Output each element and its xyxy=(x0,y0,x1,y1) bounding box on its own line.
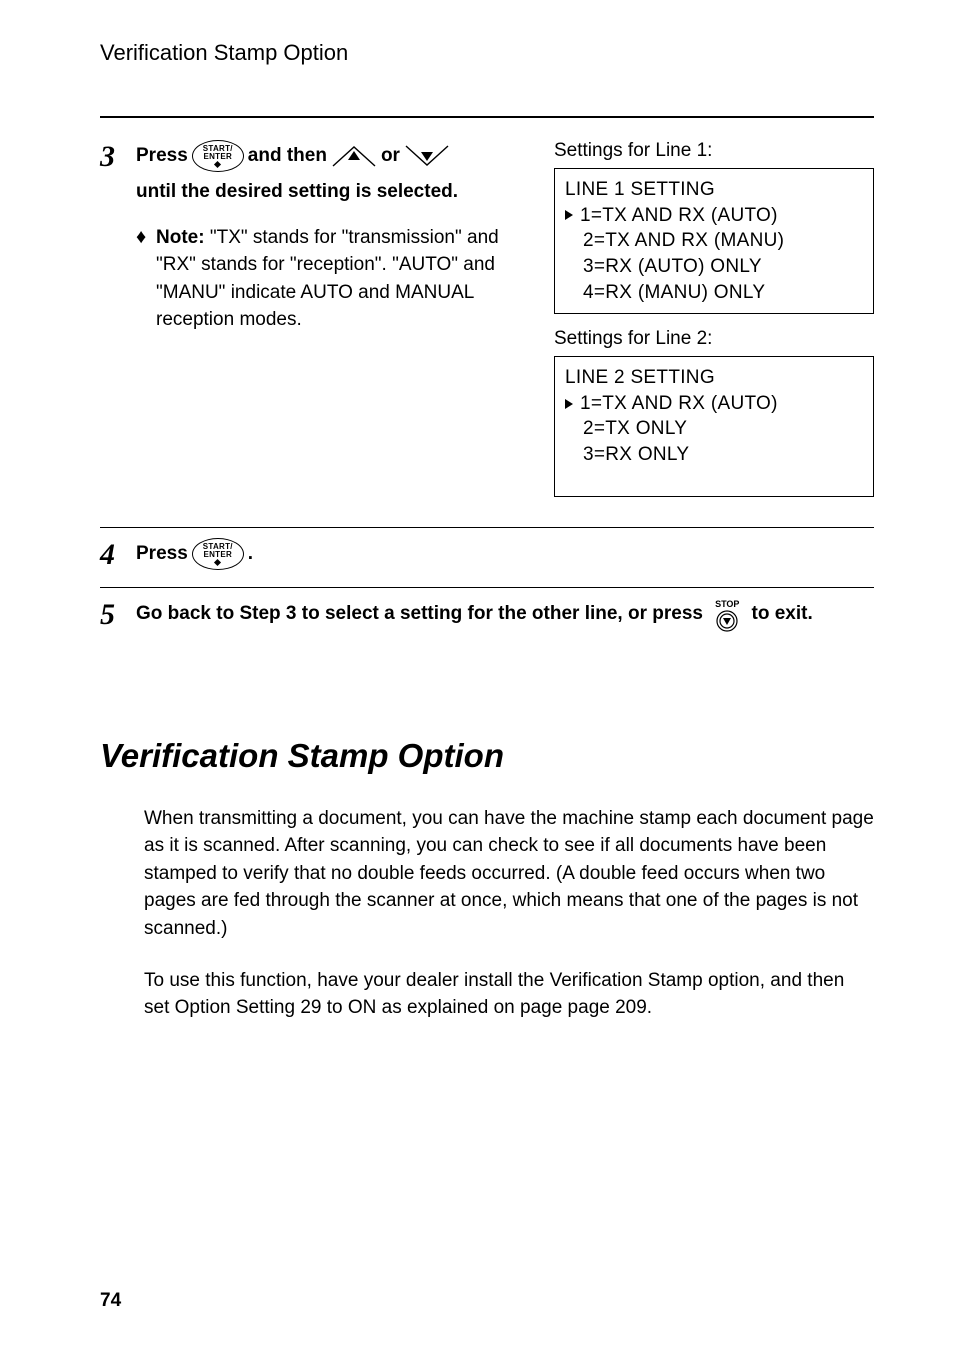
note-bullet: ♦ Note: "TX" stands for "transmission" a… xyxy=(136,224,530,334)
start-enter-button-icon: START/ ENTER xyxy=(192,538,244,570)
step-number-3: 3 xyxy=(100,140,136,511)
line1-opt1: 1=TX AND RX (AUTO) xyxy=(580,203,778,229)
stop-label: STOP xyxy=(712,600,742,609)
note-label: Note: xyxy=(156,227,205,248)
page-number: 74 xyxy=(100,1290,121,1312)
running-header: Verification Stamp Option xyxy=(100,40,874,66)
bullet-dot-icon: ♦ xyxy=(136,224,156,334)
body-paragraph-2: To use this function, have your dealer i… xyxy=(144,967,874,1022)
line2-opt2: 2=TX ONLY xyxy=(565,416,687,442)
and-then-label: and then xyxy=(248,142,327,170)
line1-title: LINE 1 SETTING xyxy=(565,177,863,203)
or-label: or xyxy=(381,142,400,170)
step-3: 3 Press START/ ENTER and then xyxy=(100,130,874,527)
step-number-5: 5 xyxy=(100,598,136,631)
selection-arrow-icon xyxy=(565,399,573,409)
body-paragraph-1: When transmitting a document, you can ha… xyxy=(144,805,874,943)
step-4: 4 Press START/ ENTER . xyxy=(100,528,874,587)
selection-arrow-icon xyxy=(565,210,573,220)
note-body: "TX" stands for "transmission" and "RX" … xyxy=(156,227,499,331)
note-text: Note: "TX" stands for "transmission" and… xyxy=(156,224,530,334)
until-label: until the desired setting is selected. xyxy=(136,178,530,206)
start-enter-button-icon: START/ ENTER xyxy=(192,140,244,172)
press-label-4: Press xyxy=(136,543,188,565)
step-5: 5 Go back to Step 3 to select a setting … xyxy=(100,588,874,647)
line2-title: LINE 2 SETTING xyxy=(565,365,863,391)
step5-after: to exit. xyxy=(752,603,813,624)
line2-opt3: 3=RX ONLY xyxy=(565,442,689,468)
step5-before: Go back to Step 3 to select a setting fo… xyxy=(136,603,708,624)
line1-opt3: 3=RX (AUTO) ONLY xyxy=(565,254,762,280)
line1-opt4: 4=RX (MANU) ONLY xyxy=(565,280,765,306)
settings-line2-caption: Settings for Line 2: xyxy=(554,328,874,350)
rule-top xyxy=(100,116,874,118)
down-arrow-button-icon xyxy=(404,144,450,168)
diamond-icon xyxy=(214,559,221,566)
period-4: . xyxy=(248,543,253,565)
diamond-icon xyxy=(214,161,221,168)
section-title: Verification Stamp Option xyxy=(100,737,874,775)
start-enter-line2: ENTER xyxy=(193,153,243,161)
settings-line1-caption: Settings for Line 1: xyxy=(554,140,874,162)
start-enter-line2: ENTER xyxy=(193,551,243,559)
line2-opt1: 1=TX AND RX (AUTO) xyxy=(580,391,778,417)
step-number-4: 4 xyxy=(100,538,136,571)
press-label: Press xyxy=(136,142,188,170)
stop-button-icon: STOP xyxy=(712,600,742,632)
line1-settings-box: LINE 1 SETTING 1=TX AND RX (AUTO) 2=TX A… xyxy=(554,168,874,314)
line1-opt2: 2=TX AND RX (MANU) xyxy=(565,228,784,254)
up-arrow-button-icon xyxy=(331,144,377,168)
line2-settings-box: LINE 2 SETTING 1=TX AND RX (AUTO) 2=TX O… xyxy=(554,356,874,497)
